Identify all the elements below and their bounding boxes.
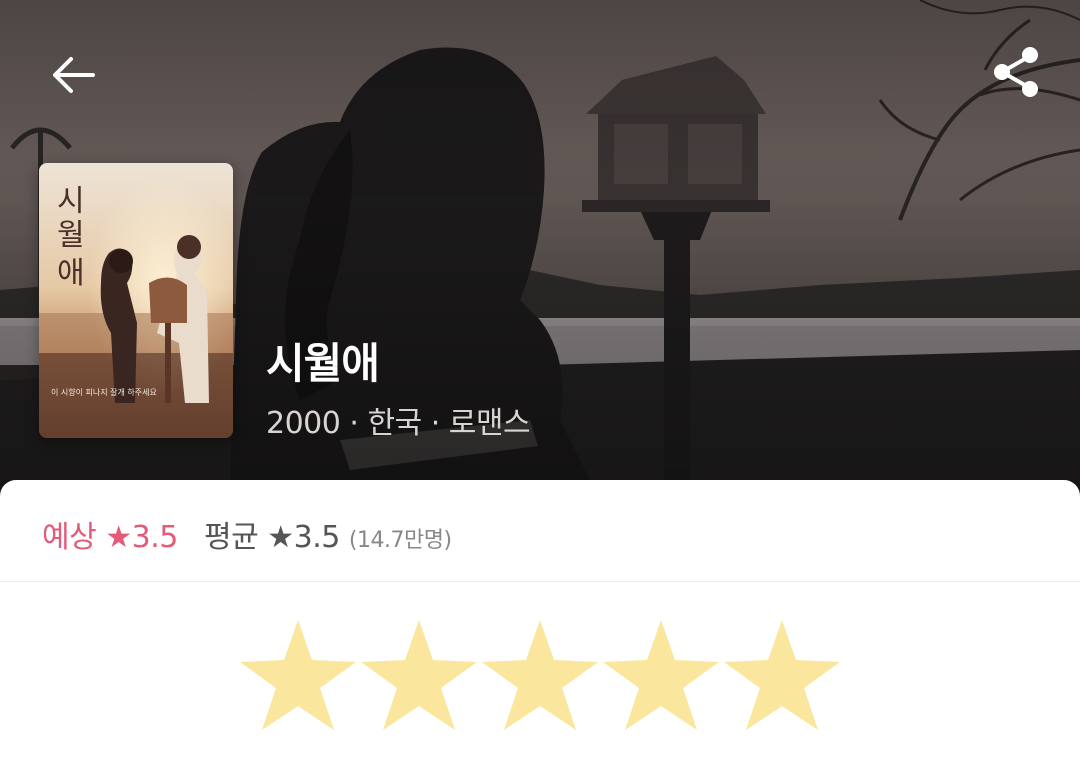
star-rating-4[interactable] [603,620,719,730]
expected-rating-value: 3.5 [131,520,179,555]
svg-text:애: 애 [57,256,85,291]
movie-meta: 2000 · 한국 · 로맨스 [266,406,531,441]
average-rating: 평균 ★3.5 (14.7만명) [204,512,452,556]
svg-text:시: 시 [57,184,85,219]
movie-poster[interactable]: 시 월 애 이 시향이 피나지 잘개 하주세요 [39,163,233,438]
star-rating-1[interactable] [240,620,356,730]
average-rating-label: 평균 [204,520,259,555]
expected-rating-label: 예상 [42,520,97,555]
expected-rating: 예상 ★3.5 [42,512,178,556]
share-icon [994,47,1038,97]
svg-text:이 시향이 피나지 잘개 하주세요: 이 시향이 피나지 잘개 하주세요 [51,387,157,397]
star-rating-3[interactable] [482,620,598,730]
hero-backdrop: 시 월 애 이 시향이 피나지 잘개 하주세요 시월애 2000 · 한국 · … [0,0,1080,500]
star-icon [361,620,477,730]
share-button[interactable] [980,36,1052,108]
average-rating-value: 3.5 [293,520,341,555]
rating-sheet: 예상 ★3.5 평균 ★3.5 (14.7만명) [0,480,1080,761]
movie-title: 시월애 [266,339,380,388]
star-icon: ★ [105,520,132,555]
poster-image: 시 월 애 이 시향이 피나지 잘개 하주세요 [39,163,233,438]
star-icon [603,620,719,730]
rating-summary: 예상 ★3.5 평균 ★3.5 (14.7만명) [0,480,1080,582]
star-rating-2[interactable] [361,620,477,730]
star-icon [240,620,356,730]
arrow-left-icon [53,57,95,93]
star-icon: ★ [267,520,294,555]
back-button[interactable] [40,44,106,106]
svg-text:월: 월 [57,218,85,253]
star-rating-5[interactable] [724,620,840,730]
rating-count: (14.7만명) [348,528,452,553]
star-icon [482,620,598,730]
user-star-rating [240,620,840,730]
star-icon [724,620,840,730]
